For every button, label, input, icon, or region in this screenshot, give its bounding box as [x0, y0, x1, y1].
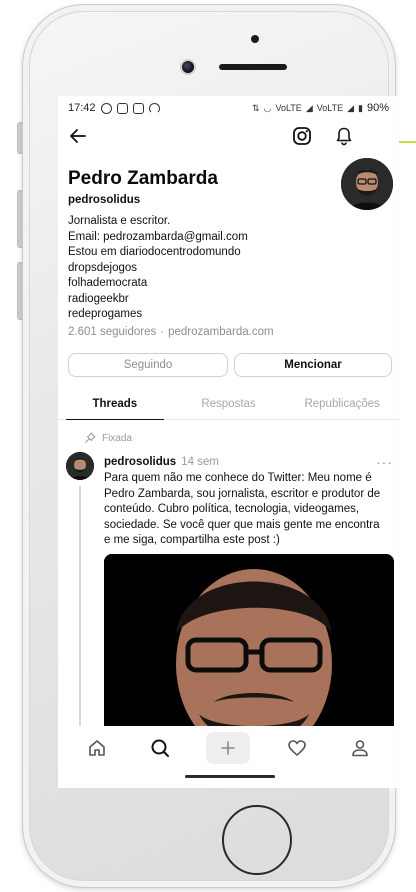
nav-compose[interactable] [206, 732, 251, 764]
top-bar [58, 122, 399, 152]
network-label-2: VoLTE [316, 103, 344, 113]
nav-profile[interactable] [344, 732, 376, 764]
instagram-notification-icon [116, 102, 128, 114]
pin-icon [85, 432, 96, 443]
bio-line: Estou em diariodocentrodomundo [68, 246, 241, 258]
home-icon [89, 740, 106, 756]
phone-sensor [251, 35, 259, 43]
thread-connector-line [79, 486, 81, 726]
post-text-line: Para quem não me conhece do Twitter: Meu… [104, 472, 372, 484]
profile-name: Pedro Zambarda [68, 168, 218, 189]
wifi-icon: ◡ [263, 102, 272, 113]
profile-bio: Jornalista e escritor. Email: pedrozamba… [68, 214, 338, 323]
post-text-line: sociedade. Se você quer que mais gente m… [104, 518, 380, 531]
post-text-line: Pedro Zambarda, sou jornalista, escritor… [104, 487, 381, 500]
tab-reposts[interactable]: Republicações [285, 388, 399, 419]
post-username[interactable]: pedrosolidus [104, 456, 176, 468]
bio-line: folhademocrata [68, 277, 148, 289]
status-time: 17:42 [68, 102, 96, 114]
plus-icon [221, 741, 236, 755]
stats-separator: · [160, 326, 165, 338]
bio-line: dropsdejogos [68, 261, 138, 274]
phone-home-button[interactable] [222, 805, 292, 875]
status-bar: 17:42 ⇅ ◡ VoLTE ◢ VoLTE ◢ ▮ 90% [58, 96, 399, 120]
instagram-notification-icon-2 [132, 102, 144, 114]
mention-button[interactable]: Mencionar [234, 353, 392, 377]
following-button[interactable]: Seguindo [68, 353, 228, 377]
gesture-home-indicator[interactable] [185, 775, 275, 778]
bio-line: redeprogames [68, 308, 143, 320]
data-arrows-icon: ⇅ [252, 102, 260, 113]
pinned-label: Fixada [102, 432, 133, 444]
profile-tabs: Threads Respostas Republicações [58, 388, 399, 420]
post-avatar[interactable] [66, 452, 94, 480]
threads-notification-icon [148, 102, 160, 114]
post-avatar-portrait [66, 452, 94, 480]
signal-icon: ◢ [305, 102, 313, 113]
battery-icon: ▮ [358, 102, 363, 113]
website-link[interactable]: pedrozambarda.com [168, 326, 273, 338]
signal-icon-2: ◢ [347, 102, 355, 113]
post-text-line: e me siga, compartilha este post :) [104, 534, 280, 546]
post-header: pedrosolidus 14 sem [104, 456, 219, 468]
post-image[interactable] [104, 554, 394, 734]
network-label-1: VoLTE [275, 103, 302, 113]
post-timestamp: 14 sem [181, 456, 219, 468]
nav-home[interactable] [81, 732, 113, 764]
avatar-portrait [341, 158, 393, 210]
arrow-left-icon[interactable] [68, 126, 88, 146]
front-camera [180, 59, 196, 75]
instagram-icon[interactable] [292, 126, 312, 146]
profile-handle: pedrosolidus [68, 194, 141, 206]
profile-avatar[interactable] [341, 158, 393, 210]
tab-threads[interactable]: Threads [58, 388, 172, 420]
heart-icon [288, 740, 306, 756]
post-photo-portrait [104, 554, 394, 734]
followers-count-link[interactable]: 2.601 seguidores [68, 326, 156, 338]
tab-replies[interactable]: Respostas [172, 388, 286, 419]
pinned-indicator: Fixada [84, 432, 132, 444]
nav-search[interactable] [144, 732, 176, 764]
nav-activity[interactable] [281, 732, 313, 764]
bio-line: radiogeekbr [68, 292, 129, 305]
battery-level: 90% [366, 102, 389, 114]
bio-line: Email: pedrozambarda@gmail.com [68, 230, 248, 243]
more-options-icon[interactable]: ··· [376, 454, 393, 470]
whatsapp-icon [100, 102, 112, 114]
person-icon [351, 740, 368, 757]
bell-icon[interactable] [334, 126, 354, 146]
bio-line: Jornalista e escritor. [68, 215, 171, 227]
search-icon [151, 739, 169, 757]
post-text-line: conteúdo. Cubro política, tecnologia, vi… [104, 503, 360, 515]
phone-screen: 17:42 ⇅ ◡ VoLTE ◢ VoLTE ◢ ▮ 90% Pedro Za… [58, 96, 399, 788]
profile-stats: 2.601 seguidores · pedrozambarda.com [68, 326, 274, 338]
bottom-navigation [58, 726, 399, 770]
post-text: Para quem não me conhece do Twitter: Meu… [104, 471, 394, 549]
earpiece-speaker [219, 64, 287, 70]
